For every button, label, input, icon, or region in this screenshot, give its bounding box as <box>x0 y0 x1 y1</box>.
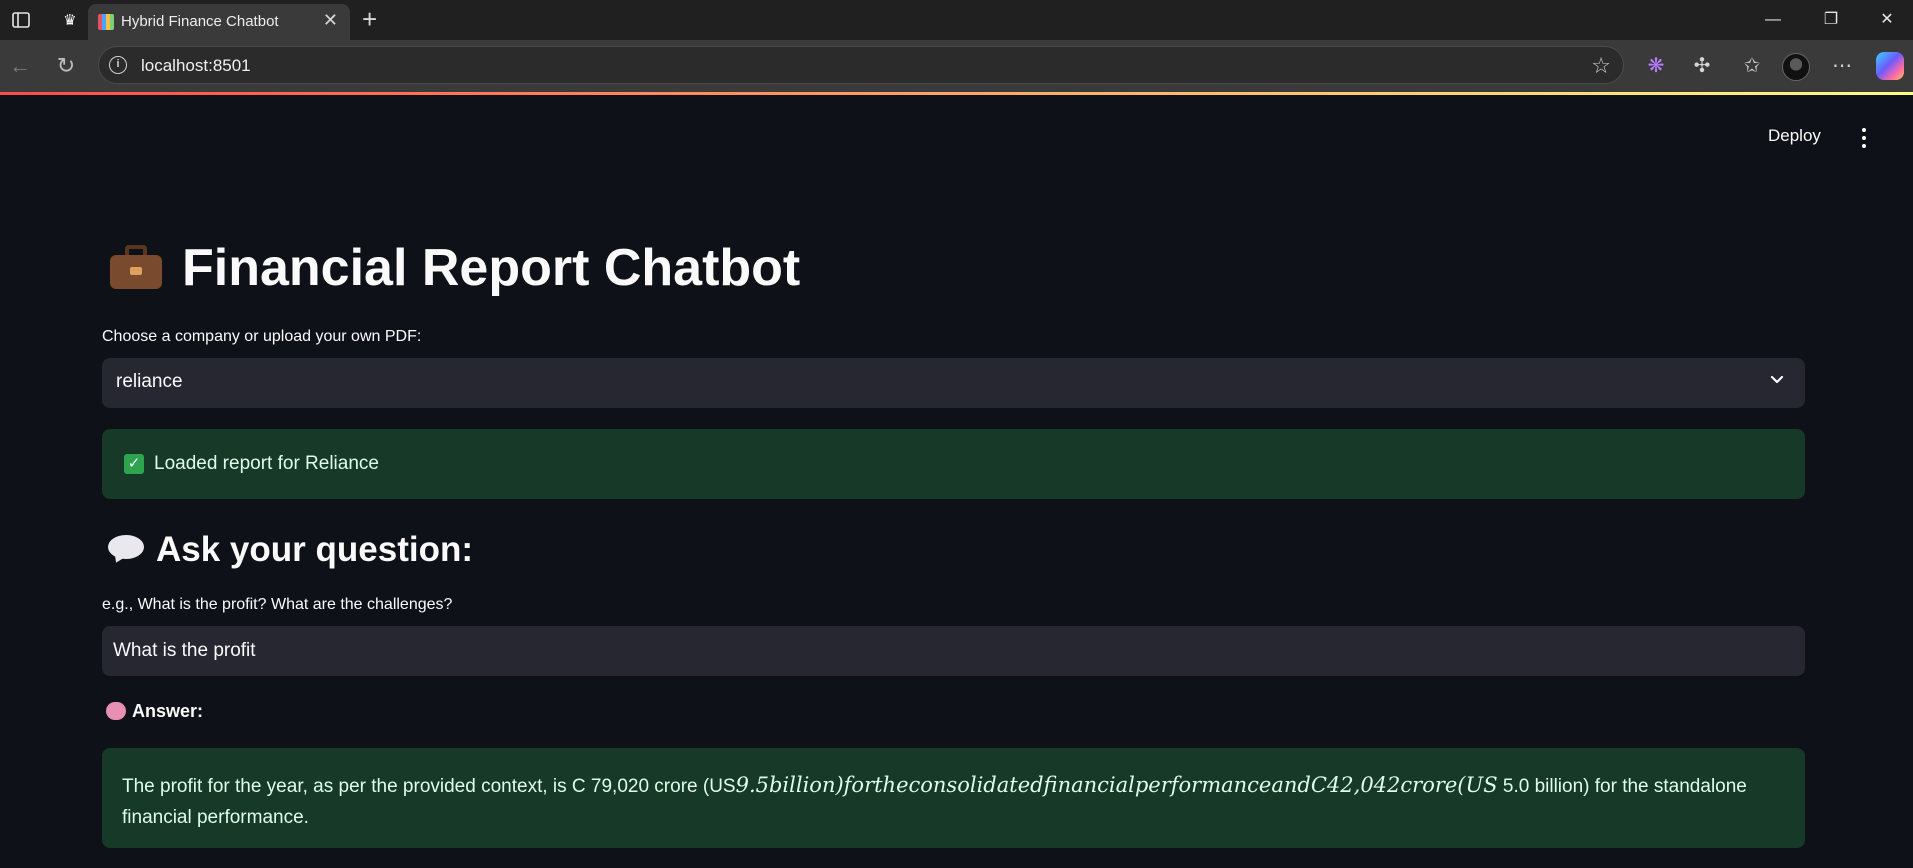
page-title: Financial Report Chatbot <box>108 242 800 294</box>
extension-brain-icon[interactable]: ❋ <box>1642 52 1670 80</box>
ask-question-heading: Ask your question: <box>108 530 473 570</box>
pinned-tab-crown-icon[interactable]: ♛ <box>56 8 84 34</box>
answer-box: The profit for the year, as per the prov… <box>102 748 1805 848</box>
answer-text-math: 9.5billion)fortheconsolidatedfinancialpe… <box>735 773 1498 797</box>
kebab-menu-icon[interactable] <box>1856 126 1872 148</box>
browser-toolbar: ← ↻ i localhost:8501 ☆ ❋ ✣ ✩ ⋯ <box>0 40 1913 92</box>
ask-heading-text: Ask your question: <box>156 530 473 569</box>
favorites-icon[interactable]: ✩ <box>1738 52 1766 80</box>
success-message: Loaded report for Reliance <box>154 453 379 474</box>
company-select[interactable]: reliance <box>102 358 1805 408</box>
close-window-icon[interactable]: ✕ <box>1872 6 1902 34</box>
answer-label: Answer: <box>106 701 203 722</box>
question-input[interactable] <box>102 626 1805 676</box>
speech-bubble-icon <box>108 535 144 566</box>
profile-avatar[interactable] <box>1782 53 1810 81</box>
copilot-icon[interactable] <box>1876 52 1904 80</box>
browser-tabbar: ♛ Hybrid Finance Chatbot ✕ + — ❐ ✕ <box>0 0 1913 40</box>
chevron-down-icon <box>1770 375 1784 384</box>
check-icon: ✓ <box>124 454 144 474</box>
restore-icon[interactable]: ❐ <box>1816 6 1846 34</box>
page-title-text: Financial Report Chatbot <box>182 239 801 297</box>
company-select-label: Choose a company or upload your own PDF: <box>102 328 422 345</box>
new-tab-icon[interactable]: + <box>362 4 377 35</box>
deploy-button[interactable]: Deploy <box>1768 126 1821 146</box>
answer-label-text: Answer: <box>132 701 204 721</box>
answer-text: The profit for the year, as per the prov… <box>122 770 1782 833</box>
tab-title: Hybrid Finance Chatbot <box>121 13 279 30</box>
favorite-star-icon[interactable]: ☆ <box>1591 53 1611 79</box>
answer-text-part1: The profit for the year, as per the prov… <box>122 776 736 797</box>
success-alert: ✓ Loaded report for Reliance <box>102 429 1805 499</box>
company-select-value: reliance <box>116 371 183 392</box>
brain-icon <box>106 702 126 720</box>
tab-favicon-icon <box>98 14 114 30</box>
question-label: e.g., What is the profit? What are the c… <box>102 596 453 613</box>
browser-tab-active[interactable]: Hybrid Finance Chatbot ✕ <box>88 4 350 40</box>
extensions-puzzle-icon[interactable]: ✣ <box>1688 52 1716 80</box>
briefcase-icon <box>108 243 164 289</box>
back-icon[interactable]: ← <box>8 54 32 78</box>
tab-actions-icon[interactable] <box>10 9 32 31</box>
reload-icon[interactable]: ↻ <box>54 54 78 78</box>
address-bar[interactable]: i localhost:8501 ☆ <box>98 46 1624 84</box>
top-decoration-bar <box>0 92 1913 95</box>
app-viewport: Deploy Financial Report Chatbot Choose a… <box>0 92 1913 868</box>
more-options-icon[interactable]: ⋯ <box>1828 52 1856 80</box>
url-text[interactable]: localhost:8501 <box>141 56 251 76</box>
site-info-icon[interactable]: i <box>109 56 127 74</box>
tab-close-icon[interactable]: ✕ <box>323 10 338 31</box>
minimize-icon[interactable]: — <box>1758 6 1788 34</box>
